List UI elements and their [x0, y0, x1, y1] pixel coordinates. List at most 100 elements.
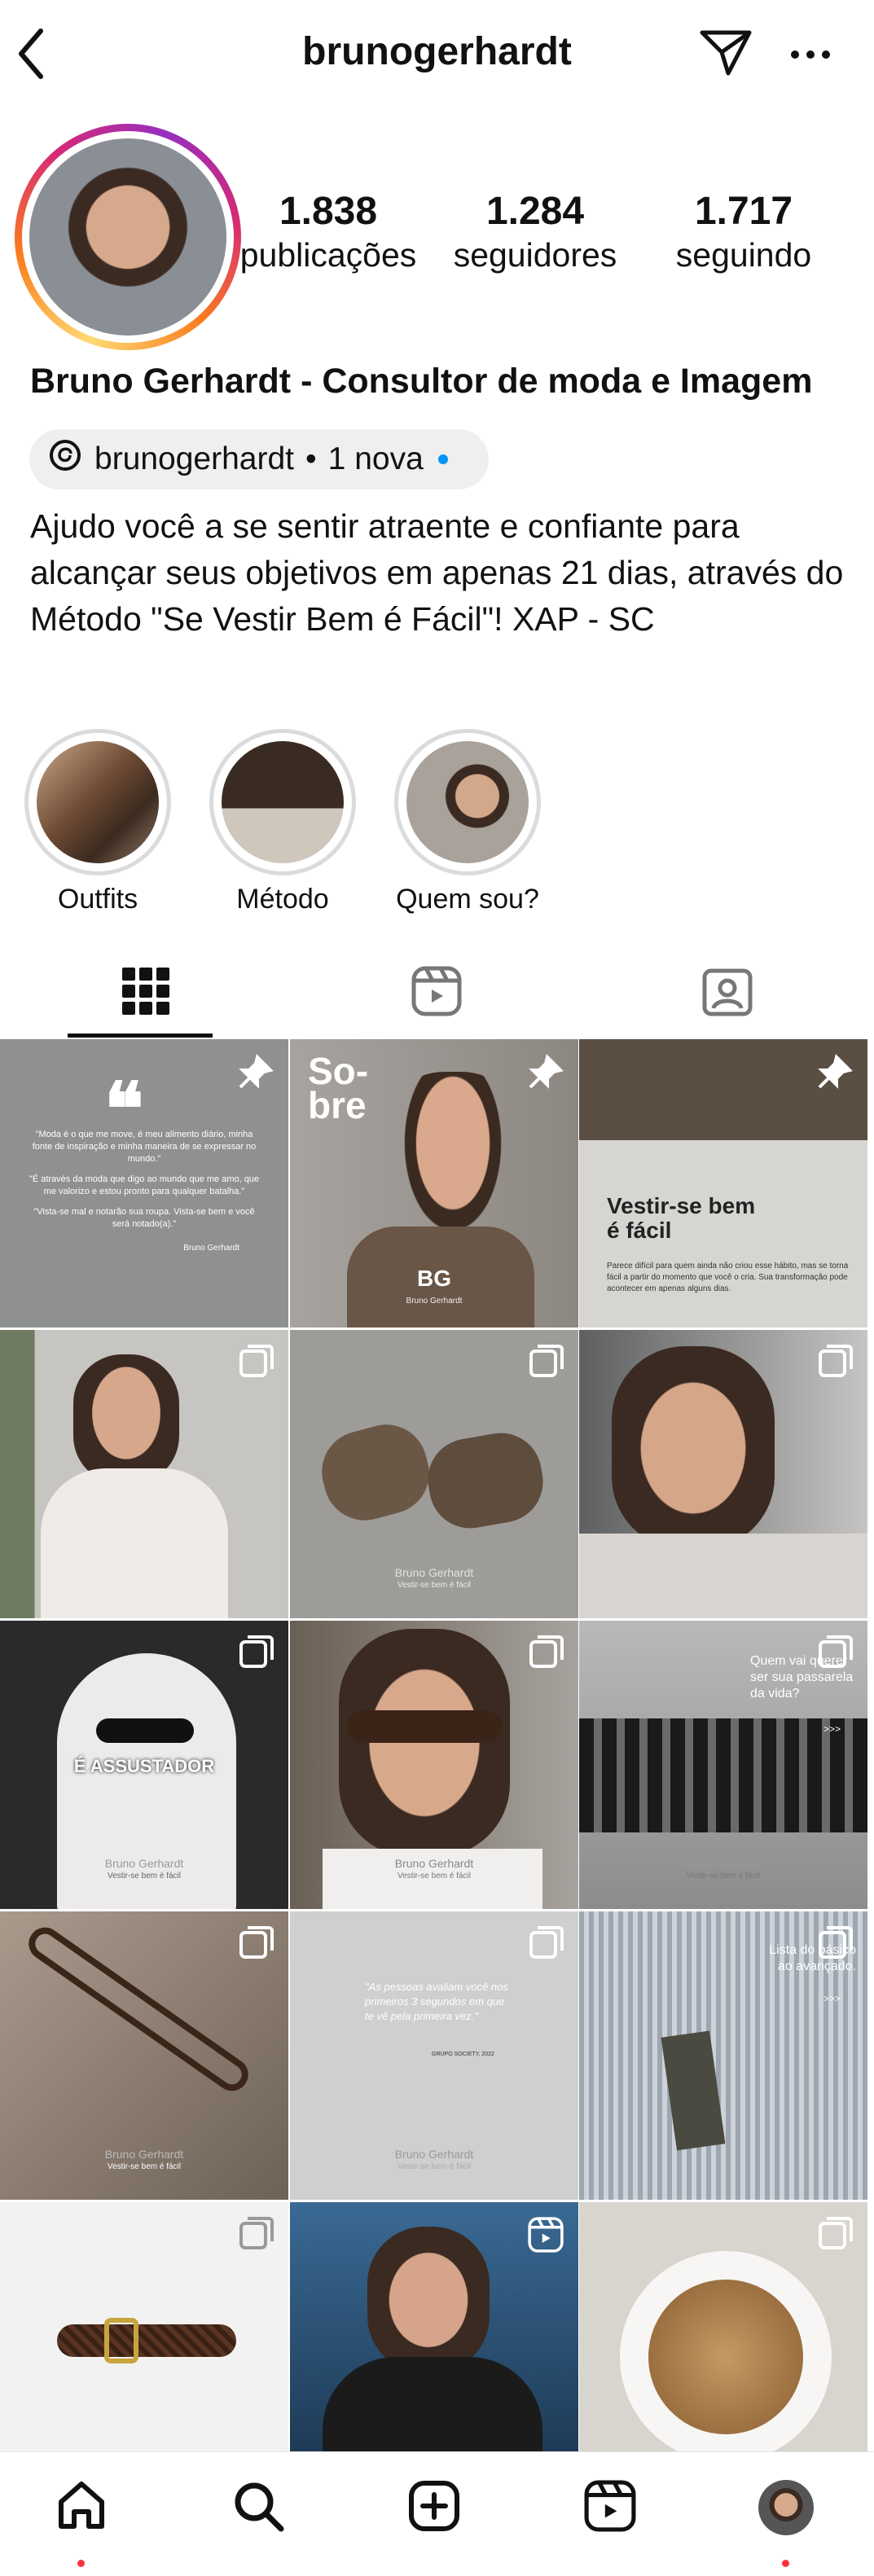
reels-icon: [411, 966, 462, 1020]
highlight-quem-sou[interactable]: Quem sou?: [394, 729, 541, 915]
arrows: >>>: [823, 1723, 841, 1735]
top-bar: brunogerhardt: [0, 0, 874, 114]
buckle-shape: [104, 2318, 138, 2363]
tshirt-shape: [41, 1468, 228, 1618]
highlight-label: Método: [236, 884, 329, 915]
post-sandals[interactable]: Bruno Gerhardt Vestir-se bem é fácil: [290, 1330, 578, 1618]
profile-avatar-story-ring[interactable]: [15, 124, 241, 350]
grid-icon: [121, 967, 169, 1019]
post-sobre[interactable]: So-bre BG Bruno Gerhardt: [290, 1039, 578, 1327]
profile-tabs: [0, 949, 874, 1037]
more-icon[interactable]: [790, 49, 831, 64]
highlight-outfits[interactable]: Outfits: [24, 729, 171, 915]
post-eyeglasses[interactable]: Bruno Gerhardt Vestir-se bem é fácil: [0, 1911, 288, 2200]
profile-avatar: [29, 138, 226, 336]
stat-value: 1.717: [694, 190, 793, 233]
carousel-icon: [529, 1635, 564, 1674]
post-title: So-bre: [308, 1050, 369, 1126]
nav-home[interactable]: [49, 2475, 114, 2540]
post-sunglasses[interactable]: Bruno Gerhardt Vestir-se bem é fácil: [290, 1621, 578, 1909]
bag-shape: [661, 2030, 726, 2151]
post-text: "É através da moda que digo ao mundo que…: [29, 1174, 260, 1196]
active-tab-indicator: [68, 1033, 213, 1038]
brand-tag: Vestir-se bem é fácil: [107, 1872, 182, 1880]
search-icon: [232, 2480, 284, 2536]
sandal-shape: [421, 1426, 550, 1535]
shirt-shape: [579, 1534, 867, 1618]
nav-reels[interactable]: [578, 2475, 643, 2540]
send-icon[interactable]: [699, 28, 753, 81]
post-signature: Bruno Gerhardt: [183, 1244, 239, 1253]
bottom-navigation: [0, 2451, 874, 2576]
threads-badge[interactable]: brunogerhardt • 1 nova: [29, 429, 489, 489]
tagged-icon: [702, 966, 753, 1020]
brand-name: Bruno Gerhardt: [683, 1857, 763, 1870]
brand-tag: Vestir-se bem é fácil: [397, 1872, 472, 1880]
brand-name: Bruno Gerhardt: [394, 2148, 474, 2161]
reel-icon: [528, 2217, 564, 2257]
brand-tag: Vestir-se bem é fácil: [397, 2162, 472, 2171]
post-text: Parece difícil para quem ainda não criou…: [607, 1262, 849, 1293]
nav-profile[interactable]: [753, 2475, 819, 2540]
threads-new-count: 1 nova: [327, 441, 424, 476]
post-title: Quem vai querer ser sua passarela da vid…: [750, 1654, 854, 1701]
post-belt[interactable]: [0, 2202, 288, 2451]
brand-tag: Vestir-se bem é fácil: [397, 1581, 472, 1590]
sandal-shape: [312, 1415, 439, 1529]
post-avaliam[interactable]: "As pessoas avaliam você nos primeiros 3…: [290, 1911, 578, 2200]
post-lista[interactable]: Lista do básico ao avançado. >>>: [579, 1911, 867, 2200]
profile-full-name: Bruno Gerhardt - Consultor de moda e Ima…: [30, 362, 813, 401]
post-ghost[interactable]: É ASSUSTADOR Bruno Gerhardt Vestir-se be…: [0, 1621, 288, 1909]
post-vestir[interactable]: Vestir-se bem é fácil Parece difícil par…: [579, 1039, 867, 1327]
profile-notification-dot: [782, 2560, 789, 2567]
stat-value: 1.284: [485, 190, 585, 233]
tab-tagged[interactable]: [582, 949, 872, 1037]
post-runway[interactable]: Quem vai querer ser sua passarela da vid…: [579, 1621, 867, 1909]
post-quote-text: "As pessoas avaliam você nos primeiros 3…: [365, 1981, 508, 2022]
brand-tag: Vestir-se bem é fácil: [686, 1872, 761, 1880]
profile-avatar-icon: [758, 2480, 814, 2535]
post-text: "Moda é o que me move, é meu alimento di…: [32, 1130, 257, 1164]
stat-followers[interactable]: 1.284 seguidores: [429, 189, 641, 275]
post-selfie[interactable]: [0, 1330, 288, 1618]
post-reel[interactable]: [290, 2202, 578, 2451]
stat-label: publicações: [239, 236, 417, 274]
person-figure: [367, 2227, 490, 2373]
sunglasses-shape: [347, 1710, 502, 1743]
threads-new-dot: [437, 454, 448, 464]
stat-following[interactable]: 1.717 seguindo: [638, 189, 850, 275]
arrows: >>>: [823, 1993, 841, 2004]
nav-search[interactable]: [226, 2475, 291, 2540]
glasses-shape: [22, 1920, 255, 2098]
home-notification-dot: [77, 2560, 85, 2567]
carousel-icon: [239, 1345, 274, 1383]
post-quote[interactable]: ❝ "Moda é o que me move, é meu alimento …: [0, 1039, 288, 1327]
post-coffee[interactable]: [579, 2202, 867, 2451]
stat-posts[interactable]: 1.838 publicações: [222, 189, 434, 275]
post-portrait[interactable]: [579, 1330, 867, 1618]
carousel-icon: [239, 2217, 274, 2255]
carousel-icon: [819, 1345, 853, 1383]
tab-grid[interactable]: [0, 949, 291, 1037]
carousel-icon: [529, 1926, 564, 1964]
nav-create[interactable]: [402, 2475, 467, 2540]
sunglasses-shape: [96, 1718, 194, 1743]
tab-reels[interactable]: [291, 949, 582, 1037]
highlight-label: Outfits: [57, 884, 138, 915]
threads-separator: •: [305, 441, 317, 476]
post-name: Bruno Gerhardt: [406, 1297, 463, 1306]
threads-icon: [47, 437, 83, 481]
runway-crowd: [579, 1718, 867, 1832]
pin-icon: [526, 1054, 564, 1095]
home-icon: [55, 2479, 108, 2537]
highlight-cover: [406, 741, 529, 863]
reels-icon: [584, 2480, 636, 2536]
stat-value: 1.838: [279, 190, 378, 233]
person-figure: [339, 1629, 510, 1857]
brand-name: Bruno Gerhardt: [104, 2148, 184, 2161]
highlight-metodo[interactable]: Método: [209, 729, 356, 915]
stat-label: seguindo: [675, 236, 812, 274]
brand-name: Bruno Gerhardt: [394, 1857, 474, 1870]
highlight-cover: [37, 741, 159, 863]
person-figure: [612, 1346, 775, 1550]
